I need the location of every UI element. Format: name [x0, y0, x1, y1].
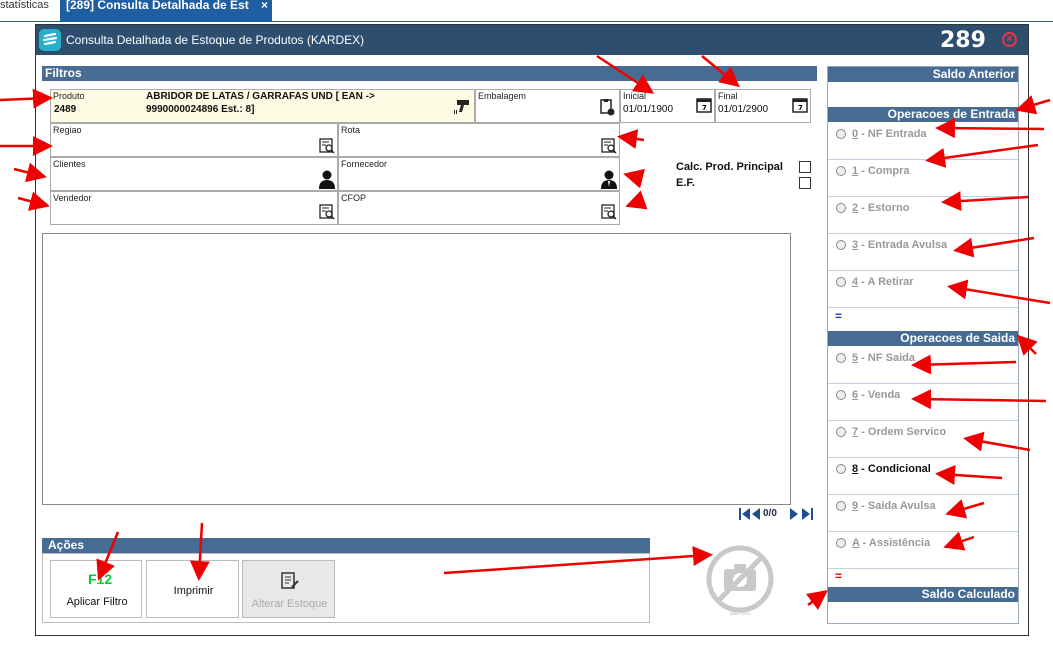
arrow-a-retirar	[947, 279, 1051, 305]
arrow-condicional	[935, 464, 1003, 485]
arrow-clientes	[13, 162, 47, 183]
arrow-final	[701, 55, 740, 88]
arrow-saida-avulsa	[945, 499, 985, 519]
arrow-saldo-calculado	[806, 590, 828, 610]
annotation-arrows	[0, 54, 1051, 610]
arrow-saida-header	[1016, 334, 1038, 356]
arrow-entrada-avulsa	[953, 236, 1035, 258]
arrow-nf-saida	[911, 354, 1017, 375]
arrow-ordem-servico	[963, 431, 1031, 452]
arrow-estorno	[941, 191, 1029, 212]
arrow-nf-entrada	[935, 118, 1045, 139]
arrow-photo	[443, 546, 713, 575]
arrow-venda	[911, 389, 1047, 410]
arrow-imprimir	[189, 522, 210, 581]
arrow-fornecedor	[623, 168, 645, 189]
arrow-entrada-header	[1015, 95, 1051, 115]
arrow-assistencia	[943, 531, 975, 551]
arrow-cfop	[625, 190, 648, 210]
arrow-vendedor	[17, 191, 50, 211]
arrow-aplicar	[96, 531, 120, 581]
arrow-compra	[925, 143, 1039, 168]
arrow-produto	[0, 88, 53, 109]
arrow-rota	[617, 129, 645, 149]
arrow-inicial	[596, 54, 655, 94]
